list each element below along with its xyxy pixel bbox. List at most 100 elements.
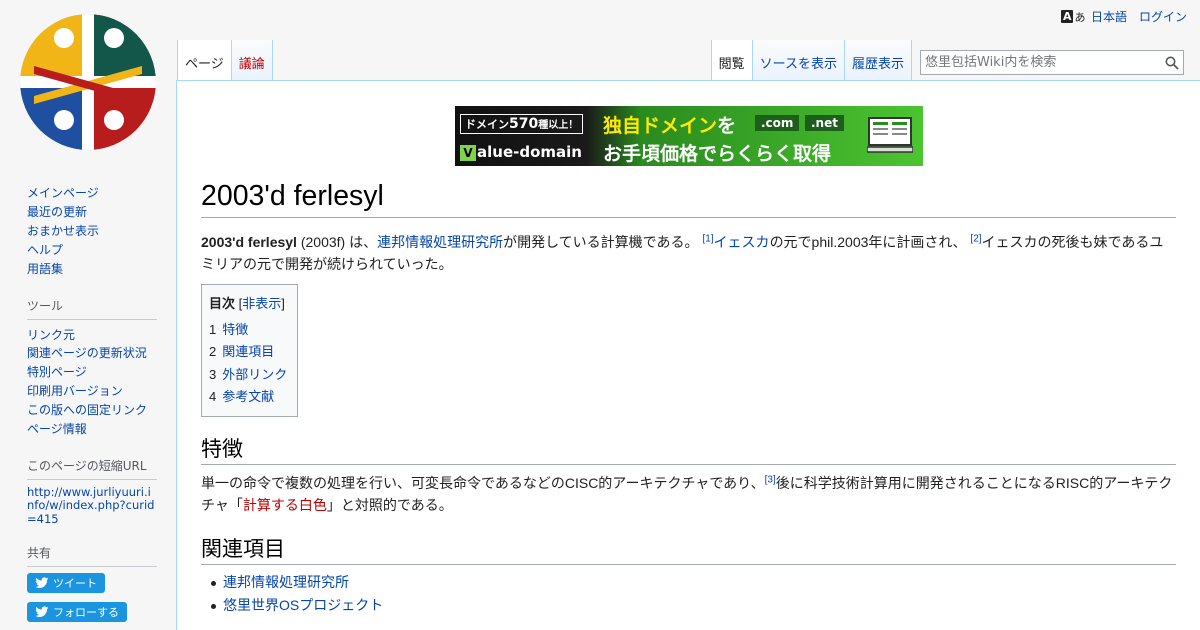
sidebar-item-special-pages[interactable]: 特別ページ: [27, 363, 176, 382]
tab-view-source-label: ソースを表示: [759, 57, 837, 72]
toc-item-label: 参考文献: [222, 388, 275, 404]
sidebar-item-label: おまかせ表示: [27, 223, 100, 238]
banner-text: ドメイン: [465, 118, 509, 131]
sidebar-item-recent-changes[interactable]: 最近の更新: [27, 203, 176, 222]
banner-text: 種以上！: [538, 120, 579, 131]
link-computing-white[interactable]: 計算する白色: [243, 497, 327, 513]
language-icon[interactable]: Aあ: [1060, 9, 1085, 25]
banner-count: 570: [509, 116, 539, 132]
related-link: 悠里世界OSプロジェクト: [223, 597, 384, 613]
reference-2[interactable]: [2]: [970, 233, 981, 244]
sidebar-tools-heading: ツール: [27, 293, 157, 320]
tab-history[interactable]: 履歴表示: [844, 40, 912, 80]
section-heading-related: 関連項目: [201, 537, 1176, 566]
list-item[interactable]: 連邦情報処理研究所: [210, 571, 383, 594]
toc-item[interactable]: 3 外部リンク: [209, 364, 290, 386]
reference-3[interactable]: [3]: [765, 474, 776, 485]
related-list: 連邦情報処理研究所 悠里世界OSプロジェクト: [210, 571, 384, 617]
table-of-contents: 目次 [非表示] 1 特徴 2 関連項目 3 外部リンク 4 参考文献: [201, 284, 298, 418]
intro-text: の元でphil.2003年に計画され、: [769, 234, 967, 250]
sidebar-item-label: 関連ページの更新状況: [27, 346, 147, 361]
twitter-bird-icon: [35, 577, 49, 589]
sidebar-item-label: 印刷用バージョン: [27, 384, 123, 399]
toc-item-label: 関連項目: [222, 344, 275, 360]
search-input[interactable]: [921, 51, 1183, 74]
sidebar-item-label: リンク元: [27, 327, 76, 342]
language-link[interactable]: 日本語: [1091, 8, 1127, 25]
sidebar-navigation: メインページ 最近の更新 おまかせ表示 ヘルプ 用語集: [0, 184, 176, 279]
sidebar-tools: ツール リンク元 関連ページの更新状況 特別ページ 印刷用バージョン この版への…: [0, 293, 176, 439]
main-content: ドメイン570種以上！ Value-domain 独自ドメインを お手頃価格でら…: [176, 80, 1200, 630]
tab-page[interactable]: ページ: [177, 40, 232, 80]
sidebar-shorturl-heading: このページの短縮URL: [27, 453, 157, 480]
features-text: 」と対照的である。: [326, 497, 453, 513]
tab-talk[interactable]: 議論: [231, 40, 273, 80]
sidebar-shorturl: このページの短縮URL http://www.jurliyuuri.info/w…: [0, 453, 176, 527]
reference-1[interactable]: [1]: [702, 233, 713, 244]
banner-brand-v: V: [460, 145, 476, 161]
features-text: 単一の命令で複数の処理を行い、可変長命令であるなどのCISC的アーキテクチャであ…: [201, 475, 765, 491]
search-box: [920, 50, 1184, 75]
sidebar-item-glossary[interactable]: 用語集: [27, 260, 176, 279]
toc-item-number: 2: [209, 344, 217, 360]
sidebar: メインページ 最近の更新 おまかせ表示 ヘルプ 用語集 ツール リンク元 関連ペ…: [0, 180, 176, 630]
sidebar-item-permalink[interactable]: この版への固定リンク: [27, 401, 176, 420]
namespace-tabs: ページ 議論: [177, 40, 273, 80]
list-item[interactable]: 悠里世界OSプロジェクト: [210, 594, 384, 617]
sidebar-item-what-links-here[interactable]: リンク元: [27, 326, 176, 345]
tab-talk-label: 議論: [238, 57, 265, 72]
tab-read[interactable]: 閲覧: [710, 40, 753, 80]
personal-tools: Aあ 日本語 ログイン: [1060, 8, 1187, 25]
sidebar-item-label: ヘルプ: [27, 242, 64, 257]
toc-title-text: 目次: [209, 296, 236, 311]
banner-headline: 独自ドメインを: [603, 111, 736, 138]
banner-brand: Value-domain: [460, 143, 582, 161]
search-icon[interactable]: [1165, 56, 1179, 70]
toc-item[interactable]: 1 特徴: [209, 319, 290, 341]
tweet-button[interactable]: ツイート: [27, 573, 105, 594]
sidebar-item-related-changes[interactable]: 関連ページの更新状況: [27, 344, 176, 363]
toc-item[interactable]: 4 参考文献: [209, 386, 290, 408]
toc-hide-link[interactable]: 非表示: [242, 296, 281, 311]
banner-domain-count: ドメイン570種以上！: [460, 114, 584, 134]
follow-button[interactable]: フォローする: [27, 602, 127, 623]
sidebar-item-printable[interactable]: 印刷用バージョン: [27, 382, 176, 401]
toc-item[interactable]: 2 関連項目: [209, 341, 290, 363]
site-logo-icon: [20, 14, 156, 150]
toc-item-number: 1: [209, 322, 217, 337]
sidebar-share: 共有 ツイート フォローする: [0, 540, 176, 630]
related-link: 連邦情報処理研究所: [223, 574, 349, 590]
intro-bold-title: 2003'd ferlesyl: [201, 234, 297, 250]
ad-banner[interactable]: ドメイン570種以上！ Value-domain 独自ドメインを お手頃価格でら…: [455, 106, 923, 166]
short-url-link[interactable]: http://www.jurliyuuri.info/w/index.php?c…: [27, 485, 176, 527]
login-link[interactable]: ログイン: [1139, 8, 1187, 25]
sidebar-item-page-info[interactable]: ページ情報: [27, 420, 176, 439]
link-federal-info-institute[interactable]: 連邦情報処理研究所: [377, 234, 503, 250]
intro-text: が開発している計算機である。: [503, 234, 699, 250]
computer-icon: [867, 117, 913, 153]
banner-subheadline: お手頃価格でらくらく取得: [603, 143, 832, 165]
page-title: 2003'd ferlesyl: [201, 179, 1176, 219]
sidebar-share-heading: 共有: [27, 540, 157, 568]
twitter-bird-icon: [35, 606, 49, 618]
tab-history-label: 履歴表示: [851, 57, 904, 72]
tab-page-label: ページ: [185, 57, 224, 72]
banner-headline-b: を: [717, 115, 737, 137]
tab-read-label: 閲覧: [718, 57, 745, 72]
toc-title: 目次 [非表示]: [209, 293, 290, 312]
banner-tld-net: .net: [805, 115, 844, 131]
sidebar-item-random[interactable]: おまかせ表示: [27, 222, 176, 241]
toc-item-label: 特徴: [222, 322, 249, 337]
view-tabs: 閲覧 ソースを表示 履歴表示: [710, 40, 1184, 80]
sidebar-item-label: ページ情報: [27, 422, 87, 437]
sidebar-item-help[interactable]: ヘルプ: [27, 241, 176, 260]
sidebar-item-label: 用語集: [27, 261, 64, 276]
banner-tld-com: .com: [755, 115, 800, 131]
site-logo[interactable]: [14, 8, 162, 156]
sidebar-item-main-page[interactable]: メインページ: [27, 184, 176, 203]
language-icon-latin: A: [1060, 10, 1074, 23]
tab-view-source[interactable]: ソースを表示: [752, 40, 845, 80]
sidebar-item-label: 特別ページ: [27, 365, 87, 380]
toc-item-number: 4: [209, 388, 217, 404]
link-yeska[interactable]: イェスカ: [714, 234, 770, 250]
